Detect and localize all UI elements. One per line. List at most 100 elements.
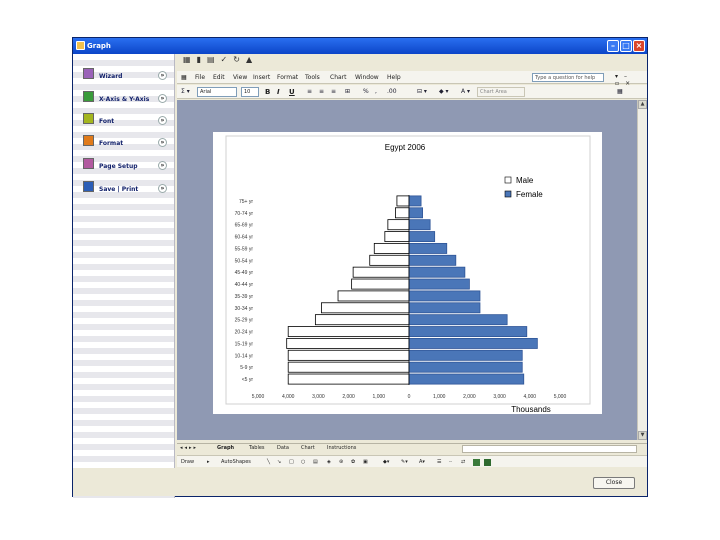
menu-format[interactable]: Format [277,74,298,81]
font-color-draw-icon[interactable]: A▾ [419,459,425,465]
align-center-icon[interactable]: ≡ [319,88,324,95]
menu-view[interactable]: View [233,74,247,81]
underline-button[interactable]: U [289,88,295,96]
bar-female-5 [408,314,508,326]
maximize-button[interactable]: □ [620,40,632,52]
merge-icon[interactable]: ⊞ [345,88,350,95]
menu-file[interactable]: File [195,74,205,81]
menu-tools[interactable]: Tools [305,74,320,81]
draw-menu[interactable]: Draw [181,459,194,465]
column-chart-icon[interactable]: ▤ [207,55,221,64]
bar-male-5 [314,314,410,326]
format-icon [83,135,94,146]
line-color-icon[interactable]: ✎▾ [401,459,408,465]
select-objects-icon[interactable]: ▸ [207,459,210,465]
decimal-icon[interactable]: .00 [387,88,397,95]
bar-male-9 [352,266,410,278]
rectangle-icon[interactable]: □ [289,459,294,465]
line-icon[interactable]: ╲ [267,459,270,465]
sidebar-item-save-print[interactable]: Save | Print » [77,181,171,197]
close-window-button[interactable]: × [633,40,645,52]
picture-icon[interactable]: ▣ [363,459,368,465]
chart-menu-icon[interactable]: ▦ [181,74,187,81]
font-name-select[interactable]: Arial [197,87,237,97]
autoshapes-menu[interactable]: AutoShapes [221,459,251,465]
menu-help[interactable]: Help [387,74,401,81]
oval-icon[interactable]: ○ [301,459,305,465]
line-style-icon[interactable]: ☰ [437,459,441,465]
sidebar-item-page-setup[interactable]: Page Setup » [77,158,171,174]
menu-window[interactable]: Window [355,74,379,81]
chevron-icon[interactable]: » [158,138,167,147]
sidebar-item-format[interactable]: Format » [77,135,171,151]
clipart-icon[interactable]: ✿ [351,459,355,465]
tab-chart[interactable]: Chart [301,445,315,451]
chart-title: Egypt 2006 [385,143,426,152]
scroll-down-icon[interactable]: ▼ [638,431,647,440]
font-size-select[interactable]: 10 [241,87,259,97]
bar-female-0 [408,373,525,385]
fill-color-draw-icon[interactable]: ◆▾ [383,459,389,465]
chevron-icon[interactable]: » [158,184,167,193]
tab-scroll-arrows[interactable]: ◂◂▸▸ [180,445,198,451]
align-left-icon[interactable]: ≡ [307,88,312,95]
font-color-icon[interactable]: A ▾ [461,88,470,95]
population-pyramid-chart[interactable]: Egypt 2006 <5 yr 5-9 yr 10-14 yr 15-19 yr 20-… [213,132,602,414]
y-tick-label: 40-44 yr [235,282,254,288]
tab-tables[interactable]: Tables [249,445,265,451]
y-tick-label: 60-64 yr [235,235,254,241]
scroll-up-icon[interactable]: ▲ [638,100,647,109]
bar-female-7 [408,290,481,302]
bar-male-10 [369,254,410,266]
textbox-icon[interactable]: ▤ [313,459,318,465]
tab-graph[interactable]: Graph [217,445,234,451]
y-tick-label: 55-59 yr [235,246,254,252]
menu-insert[interactable]: Insert [253,74,270,81]
bold-button[interactable]: B [265,88,270,96]
menu-edit[interactable]: Edit [213,74,225,81]
sigma-icon[interactable]: Σ ▾ [181,88,190,95]
x-tick-label: 1,000 [433,394,446,400]
percent-icon[interactable]: % [363,88,369,95]
shadow-icon[interactable] [473,459,480,466]
vertical-scrollbar[interactable]: ▲ ▼ [637,100,647,440]
sidebar-item-font[interactable]: Font » [77,113,171,129]
sidebar-item-wizard[interactable]: Wizard » [77,68,171,84]
menu-chart[interactable]: Chart [330,74,347,81]
chevron-icon[interactable]: » [158,116,167,125]
bar-chart-icon[interactable]: ▮ [197,55,207,64]
sidebar-item-label: Format [99,140,124,147]
chevron-icon[interactable]: » [158,71,167,80]
check-icon[interactable]: ✓ [221,55,234,64]
diagram-icon[interactable]: ⊛ [339,459,343,465]
y-tick-label: 45-49 yr [235,270,254,276]
chevron-icon[interactable]: » [158,94,167,103]
chart-object-select[interactable]: Chart Area [477,87,525,97]
close-button[interactable]: Close [593,477,635,489]
dash-style-icon[interactable]: ┄ [449,459,452,465]
triangle-icon[interactable]: ▲ [246,55,258,64]
wordart-icon[interactable]: ◈ [327,459,331,465]
axes-icon [83,91,94,102]
horizontal-scrollbar[interactable] [462,445,637,453]
ask-question-input[interactable]: Type a question for help [532,73,604,82]
chevron-icon[interactable]: » [158,161,167,170]
tab-data[interactable]: Data [277,445,289,451]
arrow-style-icon[interactable]: ⇄ [461,459,465,465]
fill-color-icon[interactable]: ◆ ▾ [439,88,449,95]
italic-button[interactable]: I [277,88,280,96]
comma-icon[interactable]: , [375,88,377,95]
bar-female-15 [408,195,422,207]
3d-icon[interactable] [484,459,491,466]
arrow-icon[interactable]: ↘ [277,459,281,465]
sidebar-item-axes[interactable]: X-Axis & Y-Axis » [77,91,171,107]
chart-objects-icon[interactable]: ▦ [617,88,623,95]
refresh-icon[interactable]: ↻ [233,55,246,64]
chart-type-icon[interactable]: ▦ [183,55,197,64]
minimize-button[interactable]: – [607,40,619,52]
align-right-icon[interactable]: ≡ [331,88,336,95]
tab-instructions[interactable]: Instructions [327,445,356,451]
borders-icon[interactable]: ⊟ ▾ [417,88,427,95]
bar-male-11 [373,242,410,254]
bar-female-4 [408,326,528,338]
